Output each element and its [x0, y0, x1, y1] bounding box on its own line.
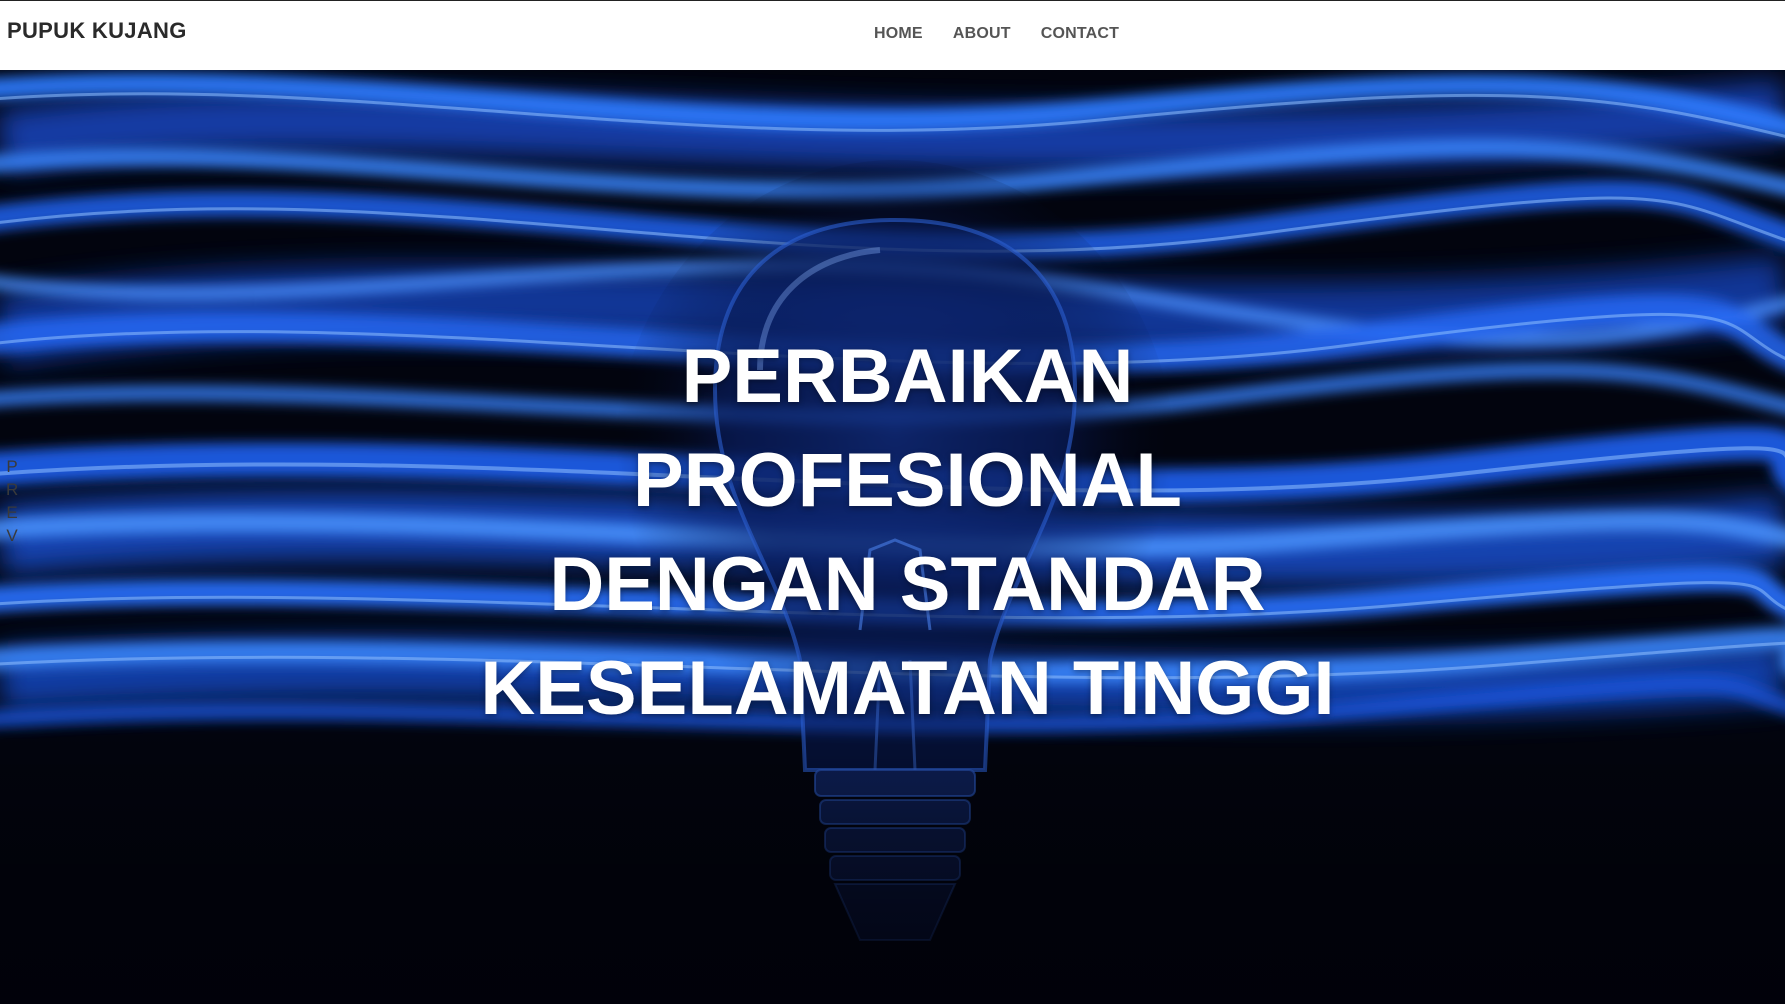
brand-logo-text[interactable]: PUPUK KUJANG — [7, 18, 187, 44]
nav-link-home[interactable]: HOME — [874, 25, 923, 43]
prev-letter: P — [6, 457, 18, 476]
hero-headline-line: DENGAN STANDAR — [549, 542, 1266, 627]
top-navbar: PUPUK KUJANG HOME ABOUT CONTACT — [0, 0, 1785, 70]
carousel-prev-button[interactable]: P R E V — [6, 455, 18, 547]
main-nav-menu: HOME ABOUT CONTACT — [874, 25, 1149, 43]
hero-section: PERBAIKAN PROFESIONAL DENGAN STANDAR KES… — [0, 70, 1785, 1004]
nav-link-contact[interactable]: CONTACT — [1041, 25, 1119, 43]
prev-letter: R — [6, 480, 19, 499]
hero-headline: PERBAIKAN PROFESIONAL DENGAN STANDAR KES… — [0, 325, 1785, 741]
page: PUPUK KUJANG HOME ABOUT CONTACT PERBAIKA… — [0, 0, 1785, 1004]
hero-headline-line: PERBAIKAN — [681, 334, 1134, 419]
prev-letter: V — [6, 526, 18, 545]
hero-headline-line: KESELAMATAN TINGGI — [480, 646, 1335, 731]
nav-link-about[interactable]: ABOUT — [953, 25, 1011, 43]
prev-letter: E — [6, 503, 18, 522]
hero-headline-line: PROFESIONAL — [633, 438, 1182, 523]
